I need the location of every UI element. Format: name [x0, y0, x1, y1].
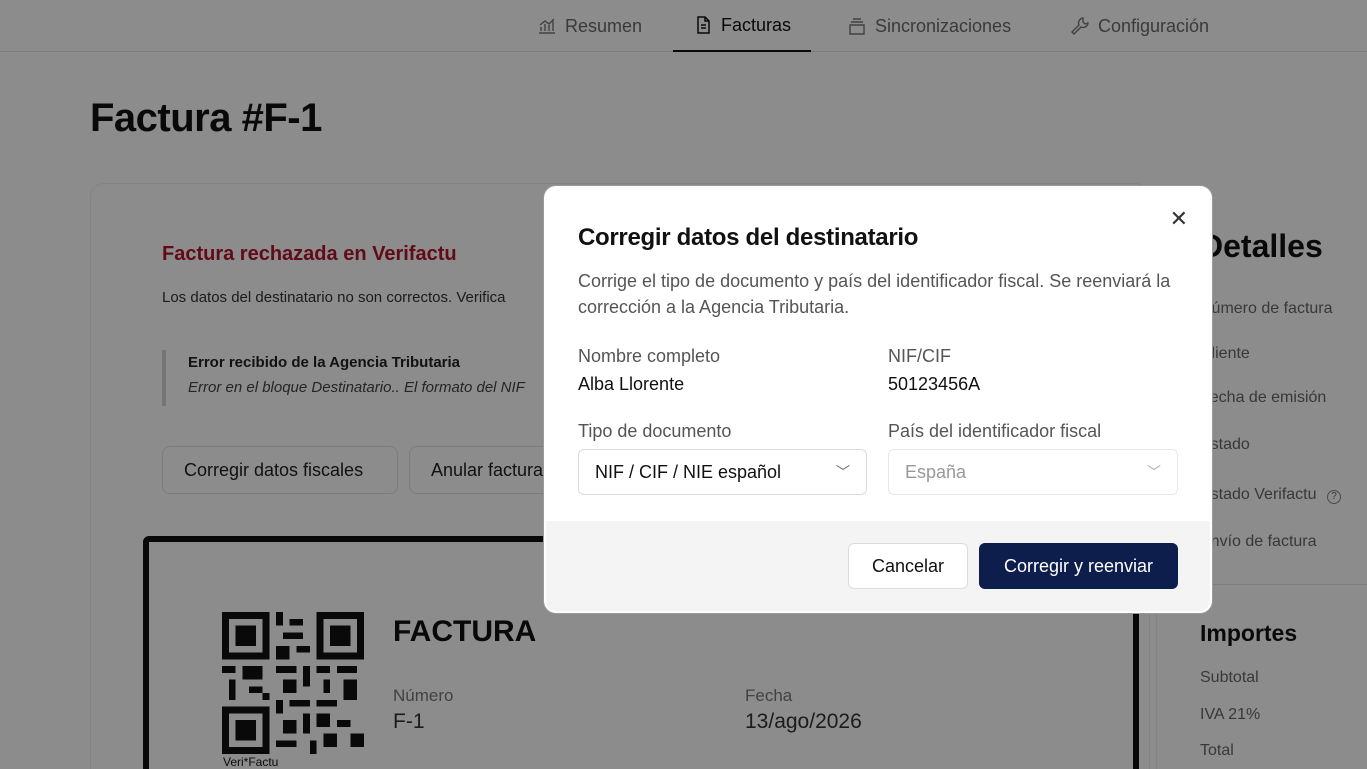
document-type-value: NIF / CIF / NIE español	[595, 461, 782, 482]
fiscal-country-value: España	[905, 461, 967, 482]
cancel-button[interactable]: Cancelar	[848, 543, 968, 589]
chevron-down-icon: ﹀	[836, 464, 850, 480]
dialog-description: Corrige el tipo de documento y país del …	[578, 271, 1171, 317]
fiscal-country-select[interactable]: España ﹀	[888, 449, 1178, 495]
nif-label: NIF/CIF	[888, 346, 951, 366]
dialog-title: Corregir datos del destinatario	[578, 224, 919, 251]
chevron-down-icon: ﹀	[1147, 464, 1161, 480]
fiscal-country-label: País del identificador fiscal	[888, 421, 1102, 441]
correct-recipient-dialog: ✕ Corregir datos del destinatario Corrig…	[546, 188, 1210, 611]
full-name-value: Alba Llorente	[578, 374, 685, 394]
nif-value: 50123456A	[888, 374, 981, 394]
correct-and-resend-button[interactable]: Corregir y reenviar	[979, 543, 1178, 589]
document-type-label: Tipo de documento	[578, 421, 732, 441]
close-icon[interactable]: ✕	[1170, 208, 1188, 230]
document-type-select[interactable]: NIF / CIF / NIE español ﹀	[578, 449, 867, 495]
full-name-label: Nombre completo	[578, 346, 721, 366]
